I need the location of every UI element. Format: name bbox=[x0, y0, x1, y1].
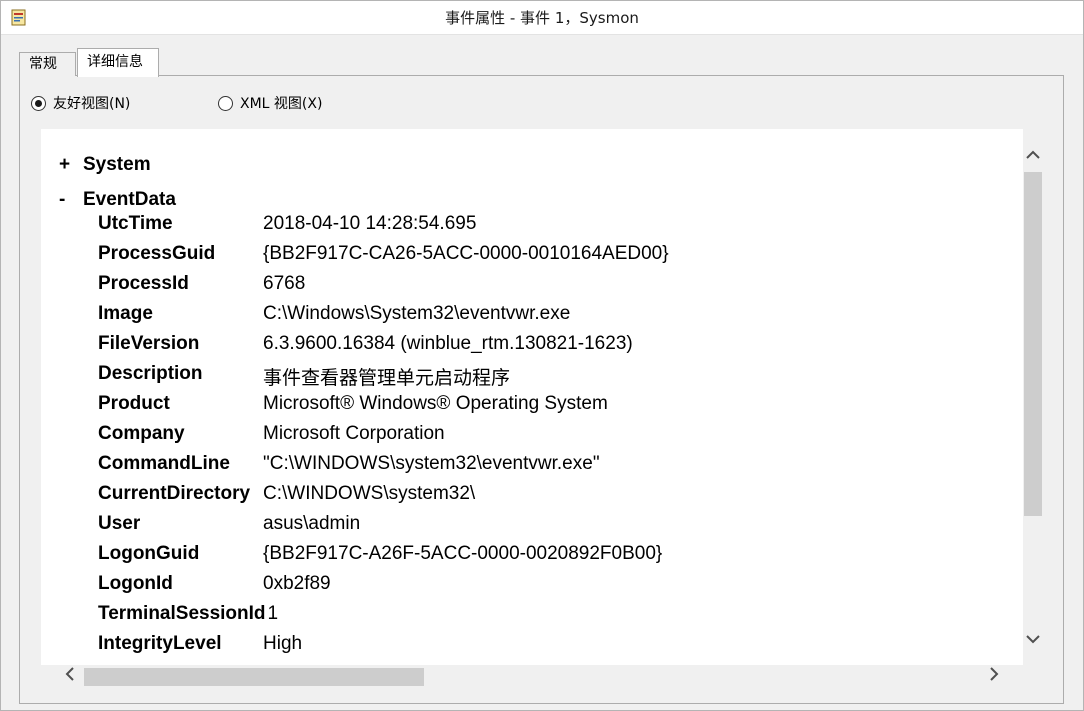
field-value: C:\Windows\System32\eventvwr.exe bbox=[263, 303, 571, 324]
field-value: Microsoft Corporation bbox=[263, 423, 445, 444]
collapse-toggle[interactable]: - bbox=[59, 189, 83, 211]
tree-node-eventdata[interactable]: - EventData bbox=[59, 189, 176, 211]
field-value: {BB2F917C-A26F-5ACC-0000-0020892F0B00} bbox=[263, 543, 663, 564]
tree-node-label: System bbox=[83, 154, 151, 175]
field-value: 6.3.9600.16384 (winblue_rtm.130821-1623) bbox=[263, 333, 633, 354]
field-key: TerminalSessionId bbox=[98, 603, 266, 624]
friendly-view-radio[interactable]: 友好视图(N) bbox=[31, 93, 130, 113]
field-value: C:\WINDOWS\system32\ bbox=[263, 483, 476, 504]
field-key: Company bbox=[98, 423, 185, 444]
field-key: Product bbox=[98, 393, 170, 414]
expand-toggle[interactable]: + bbox=[59, 154, 83, 176]
window-title: 事件属性 - 事件 1，Sysmon bbox=[445, 9, 639, 27]
horizontal-scrollbar[interactable] bbox=[41, 665, 1023, 689]
field-value: 6768 bbox=[263, 273, 306, 294]
vertical-scroll-thumb[interactable] bbox=[1024, 172, 1042, 516]
field-value: {BB2F917C-CA26-5ACC-0000-0010164AED00} bbox=[263, 243, 669, 264]
field-key: IntegrityLevel bbox=[98, 633, 222, 654]
field-value: "C:\WINDOWS\system32\eventvwr.exe" bbox=[263, 453, 600, 474]
field-key: FileVersion bbox=[98, 333, 200, 354]
radio-checked-icon bbox=[31, 95, 46, 111]
field-value: Microsoft® Windows® Operating System bbox=[263, 393, 608, 414]
chevron-down-icon[interactable] bbox=[1023, 629, 1043, 648]
field-value: 0xb2f89 bbox=[263, 573, 331, 594]
tree-node-label: EventData bbox=[83, 189, 176, 210]
event-properties-window: 事件属性 - 事件 1，Sysmon 常规 详细信息 友好视图(N) XML 视… bbox=[0, 0, 1084, 711]
vertical-scrollbar[interactable] bbox=[1023, 143, 1043, 665]
field-key: ProcessId bbox=[98, 273, 189, 294]
tab-details[interactable]: 详细信息 bbox=[77, 48, 159, 77]
field-value: 1 bbox=[267, 603, 279, 624]
field-key: Description bbox=[98, 363, 203, 384]
field-key: User bbox=[98, 513, 141, 534]
field-key: Image bbox=[98, 303, 153, 324]
radio-unchecked-icon bbox=[218, 95, 233, 111]
title-bar[interactable]: 事件属性 - 事件 1，Sysmon bbox=[1, 1, 1083, 35]
event-detail-view: + System - EventData UtcTime 2018-04-10 14:… bbox=[41, 129, 1023, 665]
tree-node-system[interactable]: + System bbox=[59, 154, 151, 176]
chevron-left-icon[interactable] bbox=[61, 666, 79, 686]
field-value: asus\admin bbox=[263, 513, 361, 534]
friendly-view-label: 友好视图(N) bbox=[53, 96, 131, 112]
field-key: CurrentDirectory bbox=[98, 483, 251, 504]
chevron-up-icon[interactable] bbox=[1023, 145, 1043, 164]
field-value: High bbox=[263, 633, 303, 654]
field-key: ProcessGuid bbox=[98, 243, 216, 264]
view-mode-options: 友好视图(N) XML 视图(X) bbox=[1, 93, 1084, 113]
field-value: 2018-04-10 14:28:54.695 bbox=[263, 213, 477, 234]
field-key: LogonId bbox=[98, 573, 173, 594]
field-value: 事件查看器管理单元启动程序 bbox=[263, 368, 511, 389]
field-key: CommandLine bbox=[98, 453, 230, 474]
tab-general[interactable]: 常规 bbox=[19, 52, 76, 76]
field-key: UtcTime bbox=[98, 213, 173, 234]
xml-view-radio[interactable]: XML 视图(X) bbox=[218, 93, 322, 113]
horizontal-scroll-thumb[interactable] bbox=[84, 668, 424, 686]
chevron-right-icon[interactable] bbox=[985, 666, 1003, 686]
field-key: LogonGuid bbox=[98, 543, 200, 564]
xml-view-label: XML 视图(X) bbox=[240, 96, 323, 112]
